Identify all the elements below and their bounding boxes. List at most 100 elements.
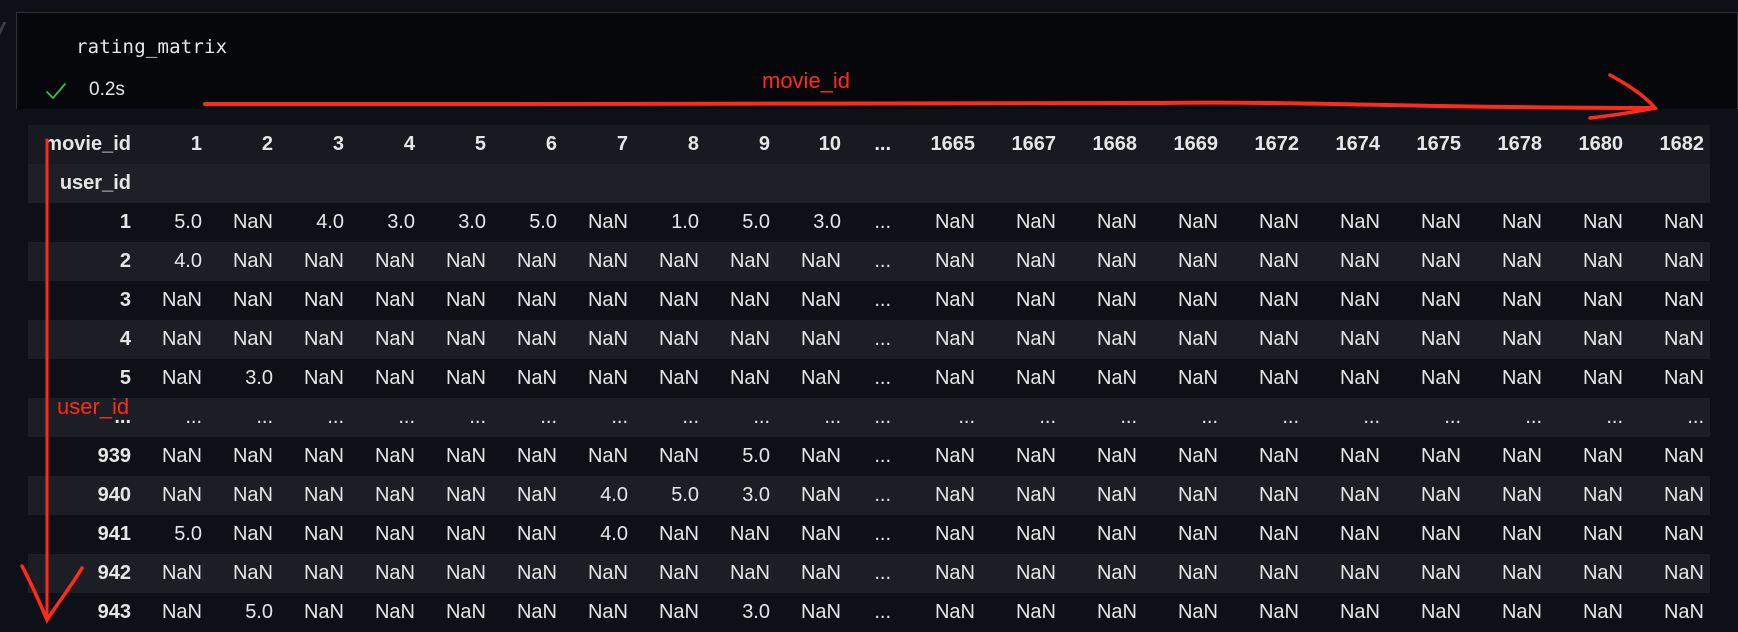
table-cell: NaN	[1582, 211, 1623, 233]
table-cell: NaN	[729, 367, 770, 389]
table-cell: NaN	[374, 250, 415, 272]
index-name-header: user_id	[59, 172, 131, 194]
table-cell: NaN	[1501, 211, 1542, 233]
table-cell: NaN	[445, 601, 486, 623]
table-cell: NaN	[587, 250, 628, 272]
empty-header-cell	[1548, 164, 1629, 203]
table-cell: NaN	[587, 445, 628, 467]
table-cell: NaN	[374, 328, 415, 350]
table-cell: NaN	[729, 289, 770, 311]
table-cell: 3.0	[387, 211, 415, 233]
row-index: 4	[119, 328, 131, 350]
table-cell: NaN	[1339, 445, 1380, 467]
table-cell: NaN	[1258, 250, 1299, 272]
table-cell: NaN	[587, 562, 628, 584]
empty-header-cell	[1629, 164, 1710, 203]
table-cell: 3.0	[742, 601, 770, 623]
table-cell: NaN	[1501, 523, 1542, 545]
table-cell: NaN	[1096, 484, 1137, 506]
table-cell: NaN	[1663, 484, 1704, 506]
table-cell: ...	[874, 601, 891, 623]
table-cell: NaN	[587, 328, 628, 350]
table-cell: NaN	[516, 562, 557, 584]
table-cell: NaN	[1096, 367, 1137, 389]
table-cell: NaN	[374, 484, 415, 506]
table-cell: NaN	[800, 367, 841, 389]
table-cell: NaN	[1420, 523, 1461, 545]
table-cell: NaN	[934, 523, 975, 545]
table-cell: NaN	[1501, 250, 1542, 272]
table-cell: NaN	[1663, 289, 1704, 311]
table-cell: NaN	[1582, 562, 1623, 584]
table-cell: NaN	[934, 367, 975, 389]
table-cell: NaN	[729, 328, 770, 350]
table-cell: NaN	[516, 484, 557, 506]
column-header: 8	[687, 133, 699, 155]
table-cell: 5.0	[245, 601, 273, 623]
table-cell: NaN	[800, 328, 841, 350]
table-cell: NaN	[1663, 562, 1704, 584]
row-index: 5	[119, 367, 131, 389]
table-cell: NaN	[800, 289, 841, 311]
table-row: 940 NaN NaN NaN NaN NaN NaN 4.0 5.0 3.0 NaN... NaN N…	[28, 476, 1710, 515]
table-cell: NaN	[729, 250, 770, 272]
empty-header-cell	[847, 164, 897, 203]
table-cell: NaN	[1258, 211, 1299, 233]
table-cell: NaN	[1582, 523, 1623, 545]
table-cell: NaN	[1258, 484, 1299, 506]
table-cell: 5.0	[174, 211, 202, 233]
column-header: 3	[332, 133, 344, 155]
row-index: 1	[119, 211, 131, 233]
column-header: 2	[261, 133, 273, 155]
table-cell: NaN	[232, 289, 273, 311]
code-line[interactable]: rating_matrix	[76, 36, 227, 58]
column-header: 1667	[1011, 133, 1057, 155]
table-cell: NaN	[232, 445, 273, 467]
table-cell: NaN	[800, 523, 841, 545]
table-cell: NaN	[303, 328, 344, 350]
table-cell: NaN	[1015, 250, 1056, 272]
table-cell: NaN	[516, 445, 557, 467]
table-row: 939 NaN NaN NaN NaN NaN NaN NaN NaN 5.0 NaN... NaN N…	[28, 437, 1710, 476]
table-cell: NaN	[800, 562, 841, 584]
table-cell: NaN	[729, 562, 770, 584]
table-cell: NaN	[516, 250, 557, 272]
table-cell: NaN	[1663, 523, 1704, 545]
table-cell: NaN	[658, 562, 699, 584]
table-cell: NaN	[1663, 328, 1704, 350]
table-cell: NaN	[1339, 367, 1380, 389]
table-cell: ...	[469, 406, 486, 428]
table-cell: NaN	[1258, 445, 1299, 467]
table-cell: NaN	[161, 445, 202, 467]
table-cell: NaN	[1015, 484, 1056, 506]
table-cell: NaN	[232, 211, 273, 233]
table-cell: NaN	[516, 289, 557, 311]
table-cell: NaN	[1339, 562, 1380, 584]
column-header: 1668	[1092, 133, 1138, 155]
table-cell: NaN	[1339, 250, 1380, 272]
table-cell: NaN	[232, 328, 273, 350]
table-cell: NaN	[1096, 211, 1137, 233]
table-row: 3 NaN NaN NaN NaN NaN NaN NaN NaN NaN NaN... NaN NaN…	[28, 281, 1710, 320]
notebook-code-cell[interactable]	[16, 12, 1738, 109]
table-cell: NaN	[658, 445, 699, 467]
table-cell: NaN	[1420, 289, 1461, 311]
table-cell: NaN	[1258, 601, 1299, 623]
column-header: 1665	[930, 133, 976, 155]
table-cell: NaN	[1420, 211, 1461, 233]
column-header: 9	[758, 133, 770, 155]
table-cell: NaN	[1015, 562, 1056, 584]
table-cell: ...	[958, 406, 975, 428]
table-cell: NaN	[445, 328, 486, 350]
table-cell: NaN	[587, 289, 628, 311]
table-cell: NaN	[161, 562, 202, 584]
table-cell: NaN	[1015, 211, 1056, 233]
table-cell: NaN	[1177, 289, 1218, 311]
table-cell: NaN	[232, 250, 273, 272]
table-cell: NaN	[658, 328, 699, 350]
table-cell: 5.0	[742, 445, 770, 467]
cell-gutter-mark	[0, 22, 7, 36]
table-cell: NaN	[1177, 211, 1218, 233]
index-name-row: user_id	[28, 164, 1710, 203]
empty-header-cell	[1224, 164, 1305, 203]
